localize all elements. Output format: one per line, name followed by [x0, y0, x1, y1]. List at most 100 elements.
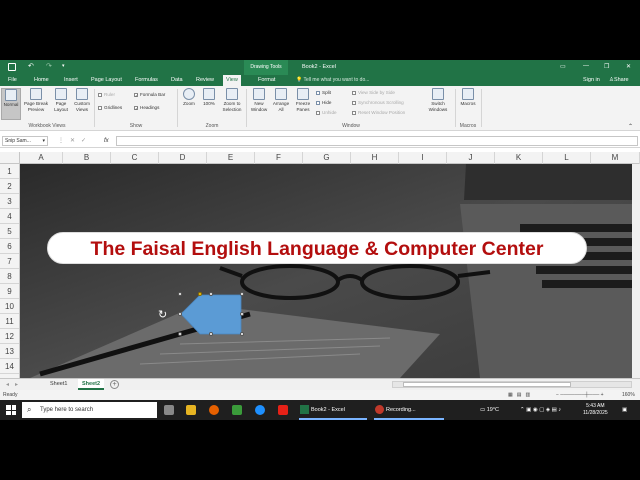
sheet-tab[interactable]: Sheet1: [46, 379, 71, 390]
formula-input[interactable]: [116, 136, 638, 146]
windows-start-icon[interactable]: [6, 405, 16, 415]
sheet-tab-active[interactable]: Sheet2: [78, 379, 105, 390]
vertical-scrollbar[interactable]: [632, 164, 640, 378]
zoom-slider[interactable]: − ───────┼─── +: [556, 390, 616, 400]
resize-handle[interactable]: [209, 332, 213, 336]
store-icon[interactable]: [232, 405, 242, 415]
tab-review[interactable]: Review: [193, 75, 217, 86]
column-header[interactable]: A: [20, 152, 63, 164]
row-header[interactable]: 12: [0, 329, 19, 344]
resize-handle[interactable]: [240, 332, 244, 336]
undo-icon[interactable]: ↶: [28, 62, 34, 70]
row-header[interactable]: 11: [0, 314, 19, 329]
tab-format[interactable]: Format: [255, 75, 278, 86]
column-header[interactable]: L: [543, 152, 591, 164]
taskbar-search-box[interactable]: ⌕ Type here to search: [22, 402, 157, 418]
task-view-icon[interactable]: [164, 405, 174, 415]
resize-handle[interactable]: [209, 292, 213, 296]
row-header[interactable]: 3: [0, 194, 19, 209]
weather-widget[interactable]: ▭ 19°C: [480, 400, 499, 420]
tab-file[interactable]: File: [5, 75, 20, 86]
file-explorer-icon[interactable]: [186, 405, 196, 415]
column-header[interactable]: G: [303, 152, 351, 164]
formula-bar-checkbox[interactable]: ✓ Formula Bar: [134, 92, 165, 97]
macros-button[interactable]: Macros: [458, 88, 478, 107]
column-header[interactable]: C: [111, 152, 159, 164]
youtube-icon[interactable]: [278, 405, 288, 415]
pentagon-arrow-shape[interactable]: [180, 294, 242, 335]
normal-view-button[interactable]: Normal: [1, 88, 21, 120]
tell-me-box[interactable]: 💡 Tell me what you want to do...: [296, 75, 369, 86]
page-layout-view-button[interactable]: Page Layout: [51, 88, 71, 112]
customize-qat-icon[interactable]: ▾: [62, 63, 65, 69]
column-header[interactable]: B: [63, 152, 111, 164]
redo-icon[interactable]: ↷: [46, 62, 52, 70]
adjustment-handle[interactable]: [198, 292, 202, 296]
custom-views-button[interactable]: Custom Views: [71, 88, 93, 112]
row-header[interactable]: 5: [0, 224, 19, 239]
edge-icon[interactable]: [255, 405, 265, 415]
tab-formulas[interactable]: Formulas: [132, 75, 161, 86]
page-break-preview-button[interactable]: Page Break Preview: [23, 88, 49, 112]
restore-icon[interactable]: ❐: [604, 63, 609, 70]
view-mode-icons[interactable]: ▦▤▥: [508, 390, 534, 400]
row-header[interactable]: 2: [0, 179, 19, 194]
horizontal-scrollbar[interactable]: [392, 381, 632, 388]
zoom-button[interactable]: Zoom: [180, 88, 198, 107]
resize-handle[interactable]: [240, 292, 244, 296]
background-picture[interactable]: [20, 164, 632, 378]
close-icon[interactable]: ✕: [626, 63, 631, 70]
row-header[interactable]: 6: [0, 239, 19, 254]
tab-insert[interactable]: Insert: [61, 75, 81, 86]
arrange-all-button[interactable]: Arrange All: [271, 88, 291, 112]
scrollbar-thumb[interactable]: [403, 382, 571, 387]
select-all-corner[interactable]: [0, 152, 20, 164]
sign-in-link[interactable]: Sign in: [583, 75, 600, 86]
formula-cancel-enter-icons[interactable]: ⋮✕✓: [58, 136, 92, 146]
firefox-icon[interactable]: [209, 405, 219, 415]
synchronous-scrolling-button[interactable]: Synchronous Scrolling: [352, 100, 404, 105]
row-header[interactable]: 14: [0, 359, 19, 374]
title-banner[interactable]: The Faisal English Language & Computer C…: [47, 232, 587, 264]
reset-window-position-button[interactable]: Reset Window Position: [352, 110, 405, 115]
split-button[interactable]: Split: [316, 90, 331, 95]
resize-handle[interactable]: [178, 332, 182, 336]
row-header[interactable]: 9: [0, 284, 19, 299]
column-header[interactable]: H: [351, 152, 399, 164]
ribbon-display-options-icon[interactable]: ▭: [560, 63, 566, 70]
row-header[interactable]: 1: [0, 164, 19, 179]
ruler-checkbox[interactable]: Ruler: [98, 92, 115, 97]
unhide-button[interactable]: Unhide: [316, 110, 337, 115]
resize-handle[interactable]: [178, 312, 182, 316]
taskbar-excel-button[interactable]: Book2 - Excel: [299, 400, 367, 420]
taskbar-recording-button[interactable]: Recording...: [374, 400, 444, 420]
add-sheet-icon[interactable]: +: [110, 380, 119, 389]
save-icon[interactable]: [8, 63, 16, 71]
zoom-to-selection-button[interactable]: Zoom to Selection: [219, 88, 245, 112]
column-header[interactable]: D: [159, 152, 207, 164]
tab-view[interactable]: View: [223, 75, 241, 86]
tray-icons[interactable]: ⌃ ▣ ◉ ▢ ◈ ▤ ♪: [520, 400, 561, 420]
tab-page-layout[interactable]: Page Layout: [88, 75, 125, 86]
view-side-by-side-button[interactable]: View Side by Side: [352, 90, 395, 95]
name-box[interactable]: Snip Sam... ▾: [2, 136, 48, 146]
column-header[interactable]: J: [447, 152, 495, 164]
taskbar-clock[interactable]: 5:43 AM 11/28/2025: [583, 403, 608, 417]
row-header[interactable]: 8: [0, 269, 19, 284]
minimize-icon[interactable]: —: [583, 63, 589, 69]
insert-function-button[interactable]: fx: [104, 136, 109, 146]
row-header[interactable]: 13: [0, 344, 19, 359]
resize-handle[interactable]: [240, 312, 244, 316]
column-header[interactable]: E: [207, 152, 255, 164]
zoom-percent[interactable]: 160%: [622, 390, 635, 400]
new-window-button[interactable]: New Window: [249, 88, 269, 112]
column-header[interactable]: K: [495, 152, 543, 164]
notifications-icon[interactable]: ▣: [622, 400, 627, 420]
column-header[interactable]: I: [399, 152, 447, 164]
switch-windows-button[interactable]: Switch Windows: [422, 88, 454, 112]
collapse-ribbon-icon[interactable]: ⌃: [628, 123, 633, 130]
row-header[interactable]: 10: [0, 299, 19, 314]
rotate-handle-icon[interactable]: ↻: [158, 308, 167, 321]
row-header[interactable]: 4: [0, 209, 19, 224]
tab-home[interactable]: Home: [31, 75, 52, 86]
